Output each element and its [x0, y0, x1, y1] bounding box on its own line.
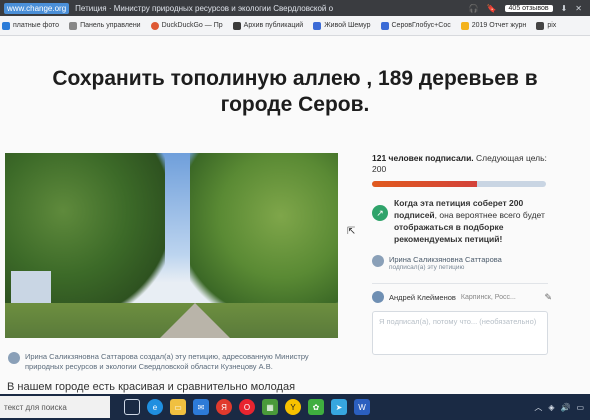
bookmark-item[interactable]: Панель управлени [69, 21, 141, 30]
url-field[interactable]: www.change.org [4, 2, 70, 14]
recent-signer-status: подписал(а) эту петицию [389, 264, 465, 271]
author-text[interactable]: Ирина Саликзяновна Саттарова создал(а) э… [25, 352, 338, 372]
recent-signer-name: Ирина Саликзяновна Саттарова [389, 255, 502, 264]
bookmark-item[interactable]: Архив публикаций [232, 21, 304, 30]
goal-text-part: будет [522, 210, 545, 220]
photo-road [155, 303, 235, 338]
goal-text-part: , она вероятнее всего [434, 210, 521, 220]
browser-controls: 🎧 🔖 405 отзывов ⬇ ✕ [469, 4, 590, 13]
bookmark-item[interactable]: 2019 Отчет журн [460, 21, 527, 30]
edge-icon[interactable]: e [147, 399, 163, 415]
goal-info: ↗ Когда эта петиция соберет 200 подписей… [372, 197, 552, 245]
comment-input[interactable]: Я подписал(а), потому что... (необязател… [372, 311, 548, 355]
petition-author: Ирина Саликзяновна Саттарова создал(а) э… [8, 352, 338, 372]
bookmark-item[interactable]: платные фото [2, 21, 60, 30]
headphones-icon[interactable]: 🎧 [469, 4, 479, 13]
bookmark-favicon [2, 21, 10, 30]
bookmark-item[interactable]: pix [536, 21, 557, 30]
bookmarks-bar: платные фото Панель управлени DuckDuckGo… [0, 16, 590, 36]
petition-title-line: Сохранить тополиную аллею , 189 деревьев… [52, 67, 538, 90]
bookmark-icon[interactable]: 🔖 [487, 4, 497, 13]
system-tray: ︿ ◈ 🔊 ▭ [534, 402, 590, 413]
petition-body: В нашем городе есть красивая и сравнител… [7, 381, 296, 393]
folder-icon [460, 21, 469, 30]
commenter-row: Андрей Клейменов Карпинск, Росс... ✎ [372, 291, 552, 303]
bookmark-label: Панель управлени [80, 22, 141, 29]
telegram-icon[interactable]: ➤ [331, 399, 347, 415]
yandex-icon[interactable]: Я [216, 399, 232, 415]
store-icon[interactable]: ▦ [262, 399, 278, 415]
petition-title-line: городе Серов. [220, 93, 370, 116]
signed-count-text: 121 человек подписали. [372, 153, 474, 163]
photo-trees-right [190, 153, 338, 318]
reviews-badge[interactable]: 405 отзывов [504, 4, 553, 12]
progress-fill [372, 181, 478, 187]
divider [372, 283, 548, 284]
recent-signer: Ирина Саликзяновна Саттарова подписал(а)… [372, 255, 552, 271]
bookmark-label: платные фото [13, 22, 60, 29]
avatar [372, 291, 384, 303]
word-icon[interactable]: W [354, 399, 370, 415]
bookmark-label: DuckDuckGo — Пр [161, 22, 223, 29]
goal-text-part: отображаться в подборке рекомендуемых пе… [394, 222, 504, 244]
download-icon[interactable]: ⬇ [561, 4, 568, 13]
bookmark-favicon [232, 21, 241, 30]
goal-text-part: Когда эта петиция соберет 200 [394, 198, 524, 208]
bookmark-item[interactable]: СеровГлобус+Сос [380, 21, 451, 30]
trending-icon: ↗ [372, 205, 388, 221]
address-bar: www.change.org Петиция · Министру природ… [0, 0, 590, 16]
goal-text-part: подписей [394, 210, 435, 220]
avatar[interactable] [8, 352, 20, 364]
bookmark-label: СеровГлобус+Сос [391, 22, 451, 29]
signature-panel: 121 человек подписали. Следующая цель: 2… [372, 153, 552, 355]
yandex-browser-icon[interactable]: Y [285, 399, 301, 415]
petition-photo [5, 153, 338, 338]
goal-text: Когда эта петиция соберет 200 подписей, … [394, 197, 552, 245]
bookmark-favicon [380, 21, 389, 30]
mail-icon[interactable]: ✉ [193, 399, 209, 415]
task-view-icon[interactable] [124, 399, 140, 415]
close-icon[interactable]: ✕ [575, 4, 582, 13]
petition-page: Сохранить тополиную аллею , 189 деревьев… [0, 36, 590, 394]
explorer-icon[interactable]: ▭ [170, 399, 186, 415]
petition-title: Сохранить тополиную аллею , 189 деревьев… [0, 66, 590, 118]
volume-icon[interactable]: 🔊 [560, 403, 570, 412]
taskbar: текст для поиска e ▭ ✉ Я O ▦ Y ✿ ➤ W ︿ ◈… [0, 394, 590, 420]
edit-icon[interactable]: ✎ [544, 292, 552, 303]
bookmark-label: Живой Шемур [324, 22, 371, 29]
taskbar-apps: e ▭ ✉ Я O ▦ Y ✿ ➤ W [124, 399, 370, 415]
bookmark-label: Архив публикаций [243, 22, 304, 29]
avatar [372, 255, 384, 267]
bookmark-label: pix [547, 22, 557, 29]
bookmark-label: 2019 Отчет журн [471, 22, 527, 29]
chevron-up-icon[interactable]: ︿ [534, 402, 542, 413]
photos-icon[interactable]: ✿ [308, 399, 324, 415]
mouse-cursor-icon: ⇱ [347, 226, 356, 237]
opera-icon[interactable]: O [239, 399, 255, 415]
tab-title: Петиция · Министру природных ресурсов и … [75, 3, 334, 13]
duckduckgo-icon [150, 21, 159, 30]
commenter-name: Андрей Клейменов [389, 292, 456, 302]
bookmark-favicon [69, 21, 78, 30]
bookmark-favicon [313, 21, 322, 30]
network-icon[interactable]: ◈ [548, 403, 554, 412]
signature-progress-bar [372, 181, 546, 187]
notification-icon[interactable]: ▭ [576, 403, 584, 412]
signature-count: 121 человек подписали. Следующая цель: 2… [372, 153, 552, 175]
taskbar-search-input[interactable]: текст для поиска [0, 396, 110, 418]
bookmark-item[interactable]: Живой Шемур [313, 21, 371, 30]
commenter-location: Карпинск, Росс... [460, 293, 516, 301]
bookmark-favicon [536, 21, 545, 30]
bookmark-item[interactable]: DuckDuckGo — Пр [150, 21, 223, 30]
